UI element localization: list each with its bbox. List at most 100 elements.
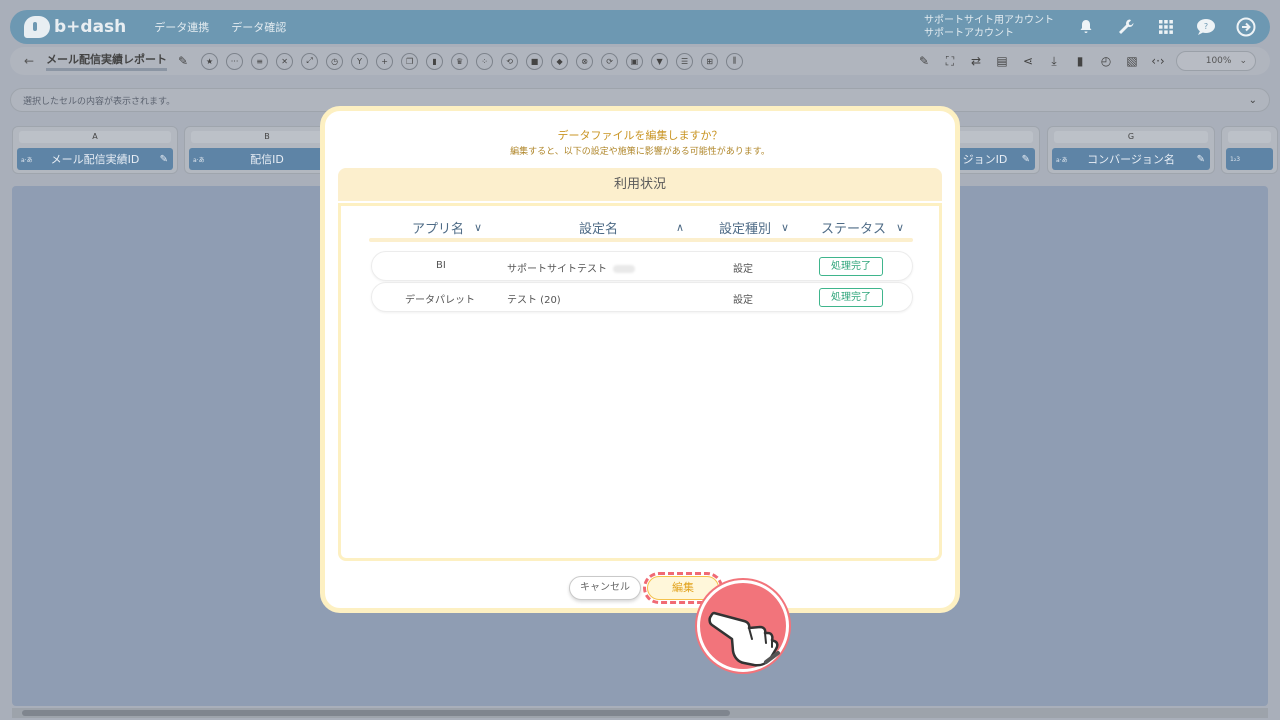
account-info[interactable]: サポートサイト用アカウント サポートアカウント (924, 14, 1054, 40)
column-name-label: メール配信実績ID (50, 153, 140, 166)
column-name-label: コンバージョン名 (1087, 153, 1175, 166)
text-type-icon: a·あ (21, 156, 33, 164)
lines-icon[interactable]: ≡ (251, 52, 269, 70)
logout-icon[interactable] (1236, 17, 1256, 37)
header-label: 設定名 (579, 222, 619, 237)
dialog-title: データファイルを編集しますか？ (557, 129, 723, 142)
merge-icon[interactable]: Y (351, 52, 369, 70)
columns-icon[interactable]: ⫼ (726, 52, 744, 70)
list-icon[interactable]: ☰ (676, 52, 694, 70)
cancel-circle-icon[interactable]: ⊗ (576, 52, 594, 70)
logo[interactable]: b+dash (24, 16, 126, 38)
toolbar-tools: ★ ··· ≡ ✕ ⤢ ◷ Y + ❐ ▮ ♛ ⁘ ⟲ ■ ◆ ⊗ ⟳ ▣ ▼ … (201, 52, 744, 70)
download-icon[interactable]: ⤓ (1046, 53, 1062, 69)
add-icon[interactable]: + (376, 52, 394, 70)
table-row[interactable]: データパレット テスト (20) 設定 処理完了 (371, 282, 913, 312)
header-app-name[interactable]: アプリ名 ∨ (412, 218, 482, 237)
text-type-icon: a·あ (1056, 156, 1068, 164)
lock-icon[interactable]: ■ (526, 52, 544, 70)
tools-icon[interactable]: ✕ (276, 52, 294, 70)
dots-icon[interactable]: ⁘ (476, 52, 494, 70)
copy-icon[interactable]: ❐ (401, 52, 419, 70)
clipboard-icon[interactable]: ▤ (994, 53, 1010, 69)
column-letter: A (19, 131, 171, 143)
cube-icon[interactable]: ◆ (551, 52, 569, 70)
bell-icon[interactable] (1076, 17, 1096, 37)
expand-icon[interactable]: ⤢ (301, 52, 319, 70)
zoom-select[interactable]: 100% ⌄ (1176, 51, 1256, 71)
status-badge: 処理完了 (819, 288, 883, 307)
header-setting-name[interactable]: 設定名 ∧ (579, 218, 684, 237)
chevron-down-icon[interactable]: ∨ (781, 221, 789, 234)
fullscreen-icon[interactable]: ⛶ (942, 53, 958, 69)
row-type: 設定 (733, 264, 753, 275)
delete-column-icon[interactable]: ▮ (426, 52, 444, 70)
chevron-down-icon[interactable]: ∨ (896, 221, 904, 234)
file-search-icon[interactable]: ▧ (1124, 53, 1140, 69)
frame-icon[interactable]: ▣ (626, 52, 644, 70)
help-chat-icon[interactable]: ? (1196, 17, 1216, 37)
column-name-label: 配信ID (250, 153, 284, 166)
row-setting: テスト (20) (507, 295, 561, 306)
row-setting: サポートサイトテスト (507, 260, 635, 275)
wrench-icon[interactable] (1116, 17, 1136, 37)
history-icon[interactable]: ◴ (1098, 53, 1114, 69)
edit-note-icon[interactable]: ✎ (916, 53, 932, 69)
nav-data-check[interactable]: データ確認 (231, 19, 286, 35)
blurred-text (613, 265, 635, 273)
pencil-icon[interactable]: ✎ (1197, 154, 1205, 165)
account-name: サポートサイト用アカウント (924, 15, 1054, 26)
chevron-up-icon[interactable]: ∧ (676, 221, 684, 234)
column-name[interactable]: 1₂3 (1226, 148, 1273, 170)
share-icon[interactable]: ⋖ (1020, 53, 1036, 69)
column-name[interactable]: a·あ コンバージョン名 ✎ (1052, 148, 1210, 170)
svg-text:?: ? (1204, 22, 1208, 31)
report-title[interactable]: メール配信実績レポート (46, 51, 168, 71)
repeat-icon[interactable]: ⟲ (501, 52, 519, 70)
table-row[interactable]: BI サポートサイトテスト 設定 処理完了 (371, 251, 913, 281)
crown-icon[interactable]: ♛ (451, 52, 469, 70)
pencil-icon[interactable]: ✎ (1022, 154, 1030, 165)
number-type-icon: 1₂3 (1230, 155, 1241, 163)
code-icon[interactable]: ‹·› (1150, 53, 1166, 69)
nav-data-integration[interactable]: データ連携 (154, 19, 209, 35)
chevron-down-icon[interactable]: ∨ (474, 221, 482, 234)
apps-grid-icon[interactable] (1156, 17, 1176, 37)
column-header-a[interactable]: A a·あ メール配信実績ID ✎ (12, 126, 178, 174)
chevron-down-icon[interactable]: ⌄ (1249, 95, 1257, 106)
column-name-label: ジョンID (962, 153, 1008, 166)
trash-icon[interactable]: ▮ (1072, 53, 1088, 69)
header-label: アプリ名 (412, 222, 465, 237)
column-name[interactable]: a·あ メール配信実績ID ✎ (17, 148, 173, 170)
usage-panel: アプリ名 ∨ 設定名 ∧ 設定種別 ∨ ステータス ∨ BI サポートサイトテス… (338, 203, 942, 561)
back-arrow-icon[interactable]: ← (24, 54, 34, 68)
horizontal-scrollbar[interactable] (12, 708, 1268, 718)
dialog-subtitle: 編集すると、以下の設定や施策に影響がある可能性があります。 (510, 147, 770, 157)
column-header-h[interactable]: 1₂3 (1221, 126, 1278, 174)
row-setting-label: サポートサイトテスト (507, 264, 607, 275)
swap-icon[interactable]: ⇄ (968, 53, 984, 69)
star-icon[interactable]: ★ (201, 52, 219, 70)
grid-icon[interactable]: ⊞ (701, 52, 719, 70)
filter-icon[interactable]: ▼ (651, 52, 669, 70)
logo-mark-icon (24, 16, 50, 38)
header-setting-type[interactable]: 設定種別 ∨ (719, 218, 789, 237)
more-icon[interactable]: ··· (226, 52, 244, 70)
app-header: b+dash データ連携 データ確認 サポートサイト用アカウント サポートアカウ… (10, 10, 1270, 44)
header-status[interactable]: ステータス ∨ (821, 218, 904, 237)
scrollbar-thumb[interactable] (22, 710, 730, 716)
header-label: ステータス (821, 222, 887, 237)
usage-panel-title: 利用状況 (338, 168, 942, 201)
cancel-button[interactable]: キャンセル (569, 576, 641, 600)
pencil-icon[interactable]: ✎ (160, 154, 168, 165)
timer-icon[interactable]: ◷ (326, 52, 344, 70)
column-header-g[interactable]: G a·あ コンバージョン名 ✎ (1047, 126, 1215, 174)
edit-confirm-dialog: データファイルを編集しますか？ 編集すると、以下の設定や施策に影響がある可能性が… (320, 106, 960, 613)
main-nav: データ連携 データ確認 (154, 19, 286, 35)
header-icons: ? (1076, 17, 1256, 37)
row-app: データパレット (405, 295, 475, 306)
zoom-value: 100% (1205, 56, 1232, 66)
sync-icon[interactable]: ⟳ (601, 52, 619, 70)
chevron-down-icon: ⌄ (1239, 56, 1247, 66)
pencil-icon[interactable]: ✎ (175, 53, 191, 69)
